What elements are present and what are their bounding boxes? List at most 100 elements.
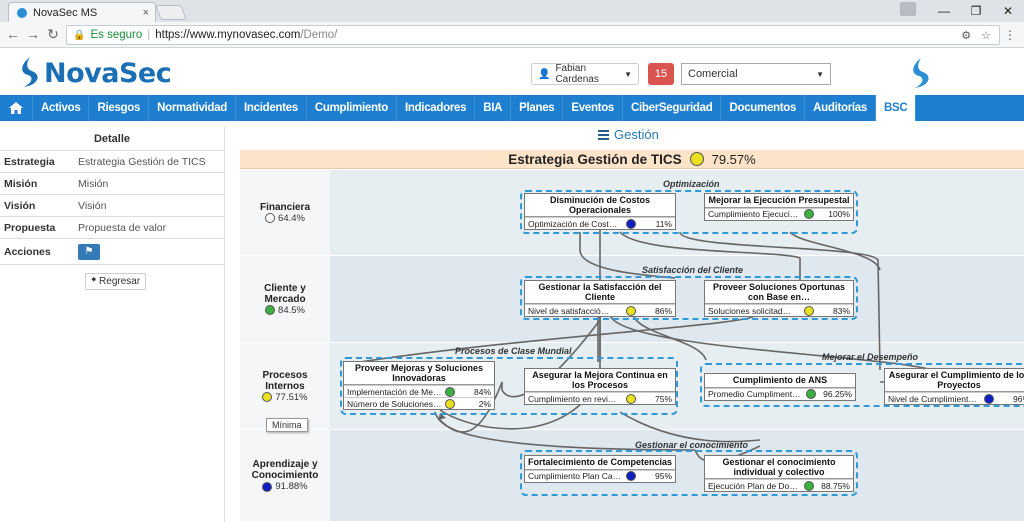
objective-costos[interactable]: Disminución de Costos Operacionales Opti… [524, 193, 676, 230]
objective-title: Gestionar la Satisfacción del Cliente [525, 281, 675, 304]
kpi-name: Optimización de Cost… [528, 218, 618, 229]
nav-indicadores[interactable]: Indicadores [397, 95, 476, 121]
kpi-row[interactable]: Soluciones solicitad… 83% [705, 304, 853, 316]
nav-documentos[interactable]: Documentos [721, 95, 806, 121]
kpi-value: 96% [1012, 393, 1024, 404]
organization-select[interactable]: Comercial ▼ [681, 63, 831, 85]
detail-row-acciones: Acciones ⚑ [0, 239, 224, 265]
tab-close-icon[interactable]: × [143, 7, 149, 19]
bookmark-star-icon[interactable]: ☆ [981, 29, 991, 42]
maximize-button[interactable]: ❐ [960, 0, 992, 22]
kpi-value: 88.75% [821, 480, 850, 491]
translate-icon[interactable]: ⚙ [961, 29, 971, 42]
kpi-value: 95% [654, 471, 672, 481]
browser-tab[interactable]: NovaSec MS × [8, 2, 156, 22]
kpi-row[interactable]: Cumplimiento Plan Ca… 95% [525, 469, 675, 482]
group-label-desempeno: Mejorar el Desempeño [822, 352, 919, 362]
objective-continua[interactable]: Asegurar la Mejora Continua en los Proce… [524, 368, 676, 405]
kpi-row[interactable]: Cumplimiento en revi… 75% [525, 392, 675, 404]
detail-row-vision: Visión Visión [0, 195, 224, 217]
kpi-row[interactable]: Nivel de Cumplimient… 96% [885, 392, 1024, 404]
kpi-row[interactable]: Promedio Cumpliment… 96.25% [705, 387, 855, 400]
main-nav: Activos Riesgos Normatividad Incidentes … [0, 95, 1024, 121]
detail-value: Propuesta de valor [78, 221, 167, 234]
nav-planes[interactable]: Planes [511, 95, 564, 121]
objective-competencias[interactable]: Fortalecimiento de Competencias Cumplimi… [524, 455, 676, 483]
objective-title: Disminución de Costos Operacionales [525, 194, 675, 217]
url-text: https://www.mynovasec.com/Demo/ [155, 29, 337, 41]
kpi-name: Cumplimiento Plan Ca… [528, 471, 622, 481]
nav-bia[interactable]: BIA [475, 95, 512, 121]
nav-activos[interactable]: Activos [33, 95, 90, 121]
minimize-button[interactable]: — [928, 0, 960, 22]
kpi-row[interactable]: Ejecución Plan de Do… 88.75% [705, 479, 853, 491]
back-button[interactable]: 🠸 Regresar [85, 273, 147, 290]
objective-mejoras[interactable]: Proveer Mejoras y Soluciones Innovadoras… [343, 361, 495, 410]
detail-value: Misión [78, 177, 109, 190]
browser-profile-icon[interactable] [900, 2, 916, 16]
tooltip: Mínima [266, 418, 308, 432]
window-controls: — ❐ ✕ [928, 0, 1024, 22]
back-arrow-icon[interactable]: ← [4, 25, 22, 43]
kpi-name: Promedio Cumpliment… [708, 389, 801, 399]
kpi-row[interactable]: Implementación de Me… 84% [344, 385, 494, 397]
home-icon[interactable] [0, 95, 33, 121]
objective-soluciones[interactable]: Proveer Soluciones Oportunas con Base en… [704, 280, 854, 317]
objective-title: Asegurar el Cumplimiento de los Proyecto… [885, 369, 1024, 392]
objective-presupuestal[interactable]: Mejorar la Ejecución Presupestal Cumplim… [704, 193, 854, 221]
flag-button[interactable]: ⚑ [78, 243, 100, 260]
kpi-row[interactable]: Optimización de Cost… 11% [525, 217, 675, 229]
nav-ciberseguridad[interactable]: CiberSeguridad [623, 95, 722, 121]
user-name: Fabian Cardenas [555, 63, 599, 85]
notifications-badge[interactable]: 15 [648, 63, 674, 85]
new-tab-button[interactable] [155, 5, 187, 20]
kpi-name: Cumplimiento en revi… [528, 393, 617, 404]
nav-auditorias[interactable]: Auditorías [805, 95, 876, 121]
list-icon [598, 129, 609, 140]
kpi-row[interactable]: Cumplimiento Ejecuci… 100% [705, 207, 853, 220]
user-dropdown[interactable]: 👤 Fabian Cardenas ▼ [531, 63, 639, 85]
kpi-value: 84% [473, 386, 491, 397]
detail-panel: Detalle Estrategia Estrategia Gestión de… [0, 127, 225, 522]
detail-value: Estrategia Gestión de TICS [78, 155, 206, 168]
kpi-name: Soluciones solicitad… [708, 305, 792, 316]
kpi-row[interactable]: Nivel de satisfacció… 86% [525, 304, 675, 316]
kpi-value: 86% [654, 305, 672, 316]
user-icon: 👤 [538, 68, 551, 80]
browser-menu-icon[interactable]: ⋮ [1004, 28, 1016, 42]
address-bar[interactable]: 🔒 Es seguro | https://www.mynovasec.com/… [66, 25, 1000, 45]
kpi-name: Nivel de satisfacció… [528, 305, 610, 316]
kpi-value: 75% [654, 393, 672, 404]
reload-icon[interactable]: ↻ [44, 25, 62, 43]
objective-ans[interactable]: Cumplimiento de ANS Promedio Cumpliment…… [704, 373, 856, 401]
novasec-logo[interactable]: NovaSec [16, 55, 172, 89]
forward-arrow-icon[interactable]: → [24, 25, 42, 43]
nav-normatividad[interactable]: Normatividad [149, 95, 236, 121]
objective-proyectos[interactable]: Asegurar el Cumplimiento de los Proyecto… [884, 368, 1024, 405]
kpi-name: Cumplimiento Ejecuci… [708, 209, 799, 219]
objective-title: Asegurar la Mejora Continua en los Proce… [525, 369, 675, 392]
logo-text: NovaSec [44, 58, 172, 89]
browser-tabbar: NovaSec MS × — ❐ ✕ [0, 0, 1024, 22]
nav-riesgos[interactable]: Riesgos [89, 95, 150, 121]
group-label-optimizacion: Optimización [663, 179, 720, 189]
nav-bsc[interactable]: BSC [876, 95, 917, 121]
kpi-value: 100% [828, 209, 850, 219]
url-host: https://www.mynovasec.com [155, 29, 301, 41]
kpi-row[interactable]: Número de Soluciones… 2% [344, 397, 494, 409]
kpi-name: Nivel de Cumplimient… [888, 393, 977, 404]
kpi-value: 2% [478, 398, 491, 409]
detail-key: Acciones [4, 245, 51, 258]
nav-cumplimiento[interactable]: Cumplimiento [307, 95, 397, 121]
secure-label: Es seguro [90, 29, 143, 41]
nav-eventos[interactable]: Eventos [563, 95, 624, 121]
back-label: Regresar [99, 276, 141, 287]
detail-row-mision: Misión Misión [0, 173, 224, 195]
nav-incidentes[interactable]: Incidentes [236, 95, 307, 121]
objective-title: Proveer Soluciones Oportunas con Base en… [705, 281, 853, 304]
favicon-icon [17, 7, 27, 18]
objective-satisfaccion[interactable]: Gestionar la Satisfacción del Cliente Ni… [524, 280, 676, 317]
close-window-button[interactable]: ✕ [992, 0, 1024, 22]
objective-gestion[interactable]: Gestionar el conocimiento individual y c… [704, 455, 854, 492]
objective-title: Fortalecimiento de Competencias [525, 456, 675, 470]
